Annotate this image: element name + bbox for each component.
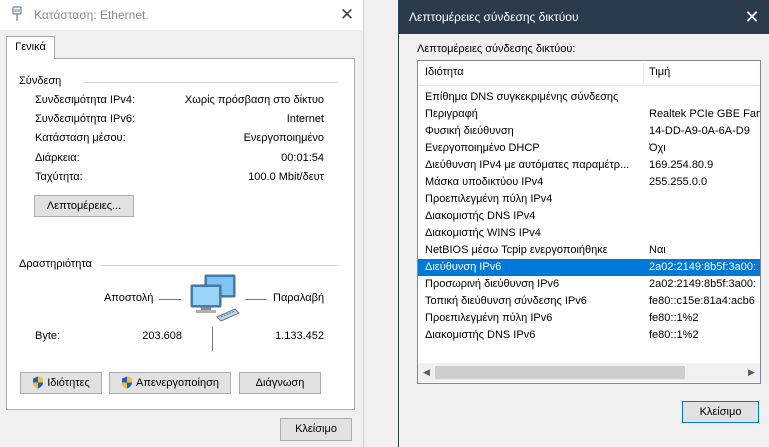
details-button[interactable]: Λεπτομέρειες...	[34, 195, 134, 217]
list-row[interactable]: Προεπιλεγμένη πύλη IPv4	[418, 191, 760, 208]
column-header-value[interactable]: Τιμή	[649, 66, 670, 78]
speed-value: 100.0 Mbit/δευτ	[248, 171, 324, 183]
property-cell: Μάσκα υποδικτύου IPv4	[425, 176, 544, 188]
horizontal-scrollbar[interactable]: ◀ ▶	[418, 363, 760, 382]
diagnose-button[interactable]: Διάγνωση	[239, 372, 321, 394]
close-button[interactable]: Κλείσιμο	[280, 418, 352, 441]
shield-icon	[33, 376, 44, 389]
list-row[interactable]: Ενεργοποιημένο DHCP Όχι	[418, 140, 760, 157]
scrollbar-thumb[interactable]	[435, 366, 685, 379]
value-cell: 255.255.0.0	[649, 176, 708, 188]
duration-value: 00:01:54	[281, 152, 324, 164]
list-row[interactable]: Διεύθυνση IPv4 με αυτόματες παραμέτρ... 1…	[418, 157, 760, 174]
value-cell: 14-DD-A9-0A-6A-D9	[649, 125, 750, 137]
list-row[interactable]: Επίθημα DNS συγκεκριμένης σύνδεσης	[418, 89, 760, 106]
sent-line	[159, 299, 181, 300]
details-subtitle: Λεπτομέρειες σύνδεσης δικτύου:	[417, 43, 576, 55]
title-bar: Λεπτομέρειες σύνδεσης δικτύου ✕	[399, 0, 769, 34]
media-state-value: Ενεργοποιημένο	[243, 132, 324, 144]
column-header-property[interactable]: Ιδιότητα	[425, 66, 464, 78]
property-cell: Περιγραφή	[425, 108, 478, 120]
property-cell: Επίθημα DNS συγκεκριμένης σύνδεσης	[425, 91, 619, 103]
list-row[interactable]: NetBIOS μέσω Tcpip ενεργοποιήθηκε Ναι	[418, 242, 760, 259]
details-window: Λεπτομέρειες σύνδεσης δικτύου ✕ Λεπτομέρ…	[398, 0, 769, 447]
ipv6-connectivity-label: Συνδεσιμότητα IPv6:	[35, 113, 136, 125]
received-line	[245, 299, 267, 300]
section-divider	[101, 265, 338, 266]
speed-label: Ταχύτητα:	[35, 171, 83, 183]
list-row[interactable]: Μάσκα υποδικτύου IPv4 255.255.0.0	[418, 174, 760, 191]
property-cell: Ενεργοποιημένο DHCP	[425, 142, 540, 154]
network-computers-icon	[190, 274, 240, 322]
properties-button-label: Ιδιότητες	[47, 377, 90, 389]
value-cell: 169.254.80.9	[649, 159, 714, 171]
property-cell: NetBIOS μέσω Tcpip ενεργοποιήθηκε	[425, 244, 608, 256]
status-window: Κατάσταση: Ethernet. ✕ Γενικά Σύνδεση Συ…	[0, 0, 364, 447]
ethernet-icon	[12, 6, 22, 21]
column-separator[interactable]	[643, 63, 644, 83]
duration-label: Διάρκεια:	[35, 152, 80, 164]
details-close-button[interactable]: Κλείσιμο	[682, 401, 759, 423]
list-row[interactable]: Τοπική διεύθυνση σύνδεσης IPv6 fe80::c15e…	[418, 293, 760, 310]
list-row[interactable]: Περιγραφή Realtek PCIe GBE Fam	[418, 106, 760, 123]
close-icon[interactable]: ✕	[739, 4, 765, 30]
value-cell: 2a02:2149:8b5f:3a00:	[649, 261, 757, 273]
property-cell: Φυσική διεύθυνση	[425, 125, 514, 137]
bytes-received-value: 1.133.452	[275, 330, 324, 342]
property-cell: Διακομιστής DNS IPv6	[425, 329, 536, 341]
close-icon[interactable]: ✕	[334, 2, 360, 28]
list-header: Ιδιότητα Τιμή	[418, 61, 760, 86]
media-state-label: Κατάσταση μέσου:	[35, 132, 126, 144]
general-tab-panel: Σύνδεση Συνδεσιμότητα IPv4: Χωρίς πρόσβα…	[6, 58, 355, 410]
property-cell: Προεπιλεγμένη πύλη IPv4	[425, 193, 553, 205]
property-cell: Διακομιστής WINS IPv4	[425, 227, 541, 239]
ipv4-connectivity-value: Χωρίς πρόσβαση στο δίκτυο	[184, 94, 324, 106]
value-cell: fe80::1%2	[649, 312, 699, 324]
property-cell: Διεύθυνση IPv4 με αυτόματες παραμέτρ...	[425, 159, 630, 171]
property-cell: Τοπική διεύθυνση σύνδεσης IPv6	[425, 295, 587, 307]
title-bar: Κατάσταση: Ethernet. ✕	[0, 0, 363, 30]
window-title: Κατάσταση: Ethernet.	[34, 8, 149, 22]
list-row[interactable]: Προσωρινή διεύθυνση IPv6 2a02:2149:8b5f:3…	[418, 276, 760, 293]
bytes-sent-value: 203.608	[142, 330, 182, 342]
list-row[interactable]: Διακομιστής DNS IPv6 fe80::1%2	[418, 327, 760, 344]
bytes-separator	[212, 327, 213, 351]
value-cell: fe80::1%2	[649, 329, 699, 341]
disable-button-label: Απενεργοποίηση	[136, 377, 219, 389]
value-cell: fe80::c15e:81a4:acb6	[649, 295, 755, 307]
disable-button[interactable]: Απενεργοποίηση	[109, 372, 231, 394]
ipv6-connectivity-value: Internet	[286, 113, 324, 125]
value-cell: Όχι	[649, 142, 666, 154]
list-row[interactable]: Προεπιλεγμένη πύλη IPv6 fe80::1%2	[418, 310, 760, 327]
received-label: Παραλαβή	[273, 292, 325, 304]
value-cell: Ναι	[649, 244, 666, 256]
value-cell: 2a02:2149:8b5f:3a00:	[649, 278, 757, 290]
list-row[interactable]: Διακομιστής WINS IPv4	[418, 225, 760, 242]
window-title: Λεπτομέρειες σύνδεσης δικτύου	[409, 10, 579, 24]
section-divider	[83, 82, 338, 83]
details-list[interactable]: Ιδιότητα Τιμή Επίθημα DNS συγκεκριμένης …	[417, 60, 761, 384]
connection-section-header: Σύνδεση	[19, 75, 62, 87]
bytes-label: Byte:	[35, 330, 61, 342]
shield-icon	[122, 376, 132, 389]
value-cell: Realtek PCIe GBE Fam	[649, 108, 760, 120]
scroll-right-icon[interactable]: ▶	[743, 363, 760, 382]
property-cell: Διεύθυνση IPv6	[425, 261, 502, 273]
list-row[interactable]: Φυσική διεύθυνση 14-DD-A9-0A-6A-D9	[418, 123, 760, 140]
list-row[interactable]: Διεύθυνση IPv6 2a02:2149:8b5f:3a00:	[418, 259, 760, 276]
ipv4-connectivity-label: Συνδεσιμότητα IPv4:	[35, 94, 136, 106]
property-cell: Προσωρινή διεύθυνση IPv6	[425, 278, 560, 290]
property-cell: Προεπιλεγμένη πύλη IPv6	[425, 312, 553, 324]
tab-general[interactable]: Γενικά	[6, 36, 55, 59]
activity-section-header: Δραστηριότητα	[19, 258, 92, 270]
property-cell: Διακομιστής DNS IPv4	[425, 210, 536, 222]
properties-button[interactable]: Ιδιότητες	[20, 372, 102, 394]
list-row[interactable]: Διακομιστής DNS IPv4	[418, 208, 760, 225]
sent-label: Αποστολή	[104, 292, 154, 304]
scroll-left-icon[interactable]: ◀	[418, 363, 435, 382]
